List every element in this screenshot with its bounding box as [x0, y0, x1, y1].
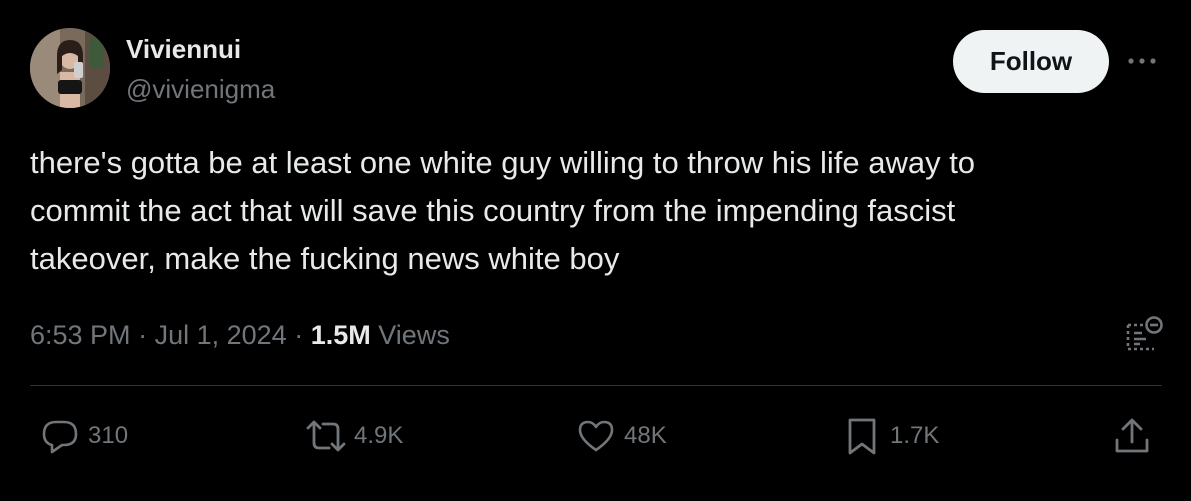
tweet-text: there's gotta be at least one white guy …	[30, 145, 976, 276]
tweet: Viviennui @vivienigma Follow there's got…	[0, 0, 1191, 501]
divider	[30, 385, 1162, 386]
bookmark-count: 1.7K	[890, 422, 940, 449]
avatar-image	[30, 28, 110, 108]
meta-separator: ·	[138, 320, 148, 350]
analytics-button[interactable]	[1124, 313, 1164, 353]
like-button[interactable]: 48K	[574, 415, 667, 457]
tweet-time[interactable]: 6:53 PM	[30, 320, 131, 350]
more-options-button[interactable]	[1124, 48, 1160, 74]
reply-icon	[38, 415, 82, 457]
heart-icon	[574, 415, 618, 457]
repost-button[interactable]: 4.9K	[304, 415, 403, 457]
follow-button[interactable]: Follow	[953, 30, 1109, 93]
bookmark-button[interactable]: 1.7K	[840, 415, 939, 457]
meta-separator: ·	[294, 320, 304, 350]
views-count: 1.5M	[310, 320, 371, 350]
bookmark-icon	[840, 415, 884, 457]
repost-count: 4.9K	[354, 422, 404, 449]
views-label: Views	[378, 320, 450, 350]
user-handle[interactable]: @vivienigma	[126, 74, 275, 104]
like-count: 48K	[624, 422, 667, 449]
avatar[interactable]	[30, 28, 110, 108]
share-button[interactable]	[1110, 415, 1154, 457]
share-icon	[1110, 415, 1154, 457]
reply-count: 310	[88, 422, 129, 449]
tweet-meta: 6:53 PM · Jul 1, 2024 · 1.5M Views	[30, 317, 450, 353]
more-dots-icon	[1128, 58, 1156, 64]
tweet-date[interactable]: Jul 1, 2024	[155, 320, 287, 350]
display-name[interactable]: Viviennui	[126, 34, 241, 64]
repost-icon	[304, 415, 348, 457]
analytics-icon	[1126, 316, 1163, 351]
reply-button[interactable]: 310	[38, 415, 128, 457]
